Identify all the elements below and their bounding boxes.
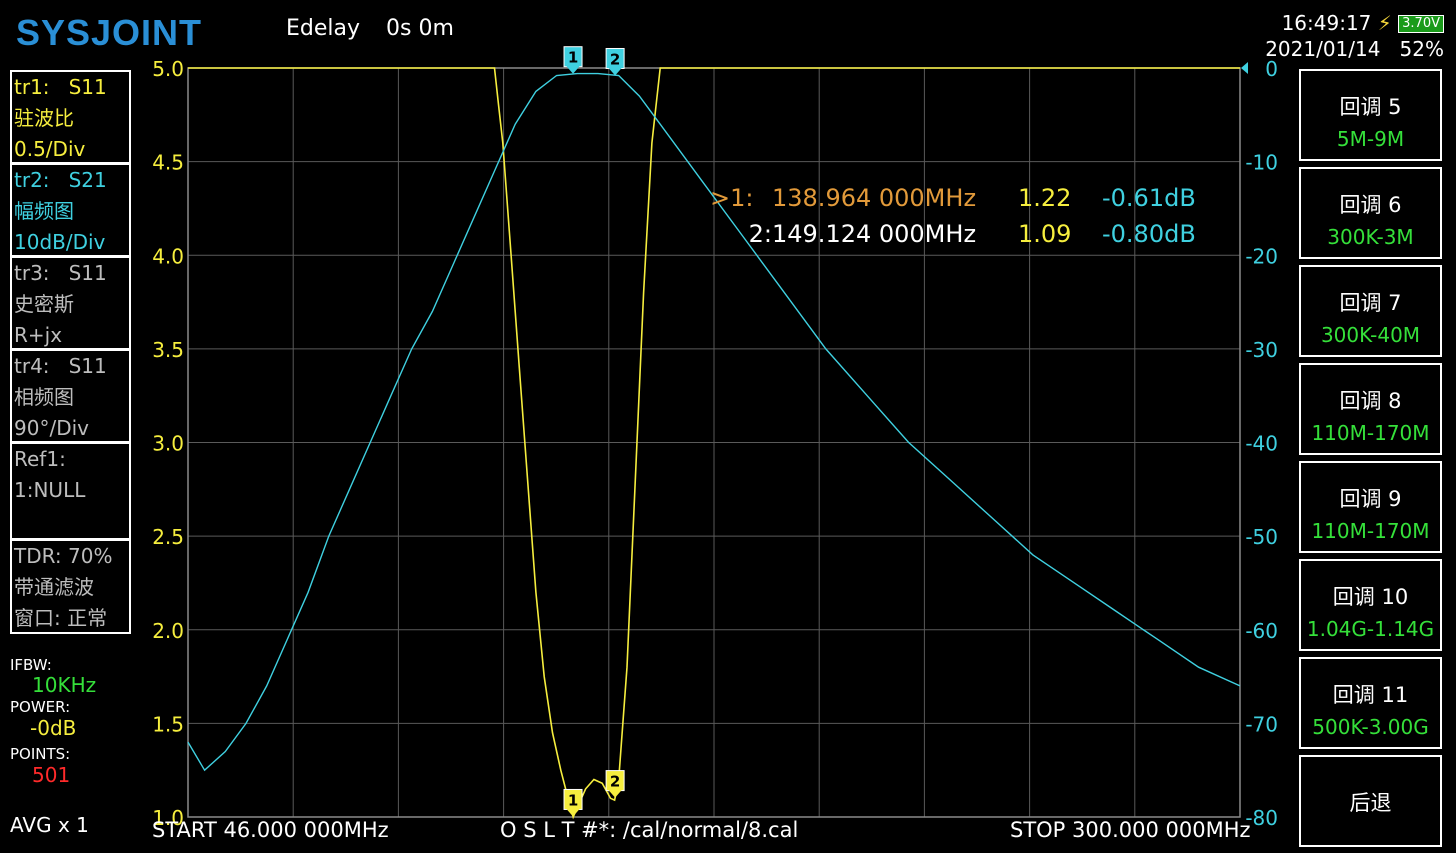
marker-1-swr: 1.22	[1018, 184, 1072, 212]
left-axis-tick-label: 4.0	[152, 244, 184, 268]
calibration-file[interactable]: O S L T #*: /cal/normal/8.cal	[500, 818, 798, 842]
recall-10-range: 1.04G-1.14G	[1306, 617, 1435, 641]
recall-11-button[interactable]: 回调 11 500K-3.00G	[1299, 657, 1442, 749]
recall-9-button[interactable]: 回调 9 110M-170M	[1299, 461, 1442, 553]
recall-7-button[interactable]: 回调 7 300K-40M	[1299, 265, 1442, 357]
recall-8-range: 110M-170M	[1311, 421, 1430, 445]
right-axis-tick-label: 0	[1265, 57, 1278, 81]
recall-10-button[interactable]: 回调 10 1.04G-1.14G	[1299, 559, 1442, 651]
marker-1-freq[interactable]: 138.964 000MHz	[772, 180, 1018, 216]
right-axis-tick-label: -70	[1245, 712, 1278, 736]
right-axis-tick-label: -20	[1245, 244, 1278, 268]
marker-1-row: >1: 138.964 000MHz 1.22 -0.61dB	[710, 180, 1196, 216]
recall-5-title: 回调 5	[1339, 95, 1402, 119]
marker-2-s21: -0.80dB	[1102, 220, 1196, 248]
svg-text:1: 1	[568, 49, 578, 67]
reference-arrow-icon	[1241, 62, 1248, 74]
recall-6-range: 300K-3M	[1327, 225, 1414, 249]
right-axis-ticks: 0-10-20-30-40-50-60-70-80	[1245, 57, 1278, 830]
left-axis-tick-label: 2.0	[152, 619, 184, 643]
start-frequency[interactable]: START 46.000 000MHz	[152, 818, 389, 842]
left-axis-tick-label: 3.5	[152, 338, 184, 362]
recall-9-title: 回调 9	[1339, 487, 1402, 511]
recall-5-range: 5M-9M	[1336, 127, 1405, 151]
marker-readout: >1: 138.964 000MHz 1.22 -0.61dB 2:149.124 0…	[710, 180, 1196, 252]
recall-11-title: 回调 11	[1332, 683, 1409, 707]
recall-9-range: 110M-170M	[1311, 519, 1430, 543]
marker-2-label: 2:	[748, 220, 772, 248]
right-axis-tick-label: -40	[1245, 432, 1278, 456]
right-axis-tick-label: -50	[1245, 525, 1278, 549]
marker-1-label: >1:	[710, 184, 754, 212]
left-axis-tick-label: 3.0	[152, 432, 184, 456]
reference-level-arrow	[1241, 62, 1248, 74]
marker-1-swr-flag: 1	[563, 788, 583, 817]
recall-11-range: 500K-3.00G	[1312, 715, 1429, 739]
left-axis-tick-label: 1.5	[152, 712, 184, 736]
marker-2-freq[interactable]: 149.124 000MHz	[772, 216, 1018, 252]
svg-text:2: 2	[610, 50, 620, 68]
left-axis-tick-label: 2.5	[152, 525, 184, 549]
svg-text:2: 2	[610, 773, 620, 791]
measurement-chart[interactable]: 5.04.54.03.53.02.52.01.51.0 0-10-20-30-4…	[0, 0, 1456, 853]
stop-frequency[interactable]: STOP 300.000 000MHz	[1010, 818, 1251, 842]
recall-5-button[interactable]: 回调 5 5M-9M	[1299, 69, 1442, 161]
recall-6-button[interactable]: 回调 6 300K-3M	[1299, 167, 1442, 259]
left-axis-tick-label: 5.0	[152, 57, 184, 81]
right-axis-tick-label: -60	[1245, 619, 1278, 643]
svg-text:1: 1	[568, 791, 578, 809]
marker-2-row: 2:149.124 000MHz 1.09 -0.80dB	[710, 216, 1196, 252]
recall-8-button[interactable]: 回调 8 110M-170M	[1299, 363, 1442, 455]
recall-8-title: 回调 8	[1339, 389, 1402, 413]
right-axis-tick-label: -30	[1245, 338, 1278, 362]
recall-10-title: 回调 10	[1332, 585, 1409, 609]
left-axis-tick-label: 4.5	[152, 151, 184, 175]
left-axis-ticks: 5.04.54.03.53.02.52.01.51.0	[152, 57, 184, 830]
recall-6-title: 回调 6	[1339, 193, 1402, 217]
recall-7-title: 回调 7	[1339, 291, 1402, 315]
marker-1-s21-flag: 1	[563, 46, 583, 74]
marker-2-swr: 1.09	[1018, 220, 1072, 248]
marker-1-s21: -0.61dB	[1102, 184, 1196, 212]
right-axis-tick-label: -10	[1245, 151, 1278, 175]
back-button-label: 后退	[1349, 791, 1392, 815]
marker-flags: 1 1 2 2	[563, 46, 625, 817]
recall-7-range: 300K-40M	[1320, 323, 1421, 347]
back-button[interactable]: 后退	[1299, 755, 1442, 847]
